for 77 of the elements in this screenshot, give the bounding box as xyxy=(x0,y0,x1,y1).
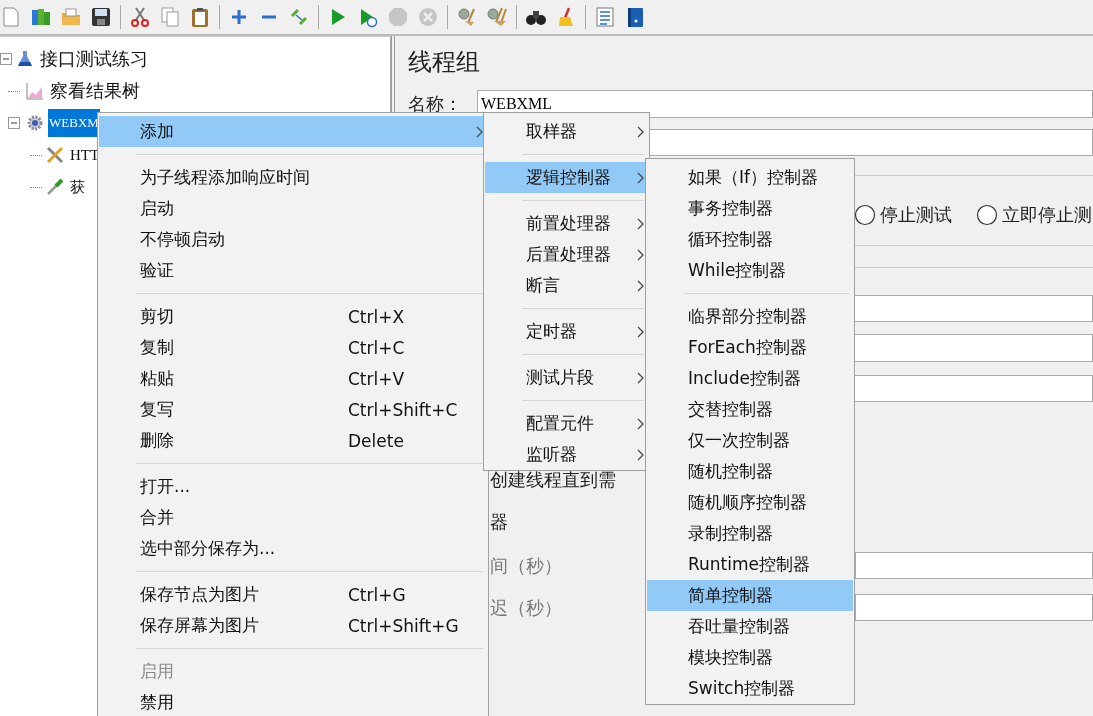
menu-item[interactable]: 剪切 Ctrl+X xyxy=(99,301,487,332)
tools-icon xyxy=(46,146,64,164)
brooms-icon[interactable] xyxy=(486,6,508,28)
menu-item[interactable]: 断言 xyxy=(485,270,648,301)
droppers-icon[interactable] xyxy=(288,6,310,28)
field-label: 迟（秒） xyxy=(490,596,562,620)
radio-button[interactable] xyxy=(854,204,876,226)
section-title: 器 xyxy=(490,511,508,534)
gear-icon xyxy=(26,114,44,132)
menu-item[interactable]: 随机顺序控制器 xyxy=(647,487,853,518)
menu-item[interactable]: 后置处理器 xyxy=(485,239,648,270)
scissors-icon[interactable] xyxy=(129,6,151,28)
tree-item[interactable]: 察看结果树 xyxy=(48,77,142,105)
menu-item[interactable]: 选中部分保存为... xyxy=(99,533,487,564)
menu-item[interactable]: 事务控制器 xyxy=(647,193,853,224)
tree-item[interactable]: WEBXM xyxy=(48,109,100,137)
menu-item[interactable]: 如果（If）控制器 xyxy=(647,162,853,193)
chart-icon xyxy=(26,82,44,100)
menu-item[interactable]: Runtime控制器 xyxy=(647,549,853,580)
tree-item[interactable]: 接口测试练习 xyxy=(38,45,150,73)
field-label: 间（秒） xyxy=(490,554,562,578)
menu-item[interactable]: 逻辑控制器 xyxy=(485,162,648,193)
menu-item[interactable]: 简单控制器 xyxy=(647,580,853,611)
menu-item[interactable]: While控制器 xyxy=(647,255,853,286)
menu-item[interactable]: 仅一次控制器 xyxy=(647,425,853,456)
tree-item[interactable]: HTT xyxy=(68,141,102,169)
menu-item[interactable]: 临界部分控制器 xyxy=(647,301,853,332)
menu-item[interactable]: 测试片段 xyxy=(485,362,648,393)
panel-title: 线程组 xyxy=(408,48,481,77)
menu-item[interactable]: Include控制器 xyxy=(647,363,853,394)
option-label: 创建线程直到需 xyxy=(490,469,616,492)
menu-item[interactable]: 吞吐量控制器 xyxy=(647,611,853,642)
menu-item[interactable]: ForEach控制器 xyxy=(647,332,853,363)
radio-button[interactable] xyxy=(976,204,998,226)
menu-item[interactable]: 交替控制器 xyxy=(647,394,853,425)
menu-item[interactable]: 循环控制器 xyxy=(647,224,853,255)
books-icon[interactable] xyxy=(30,6,52,28)
menu-item[interactable]: 启动 xyxy=(99,193,487,224)
menu-item[interactable]: 录制控制器 xyxy=(647,518,853,549)
field-label: 名称： xyxy=(408,93,463,116)
input-field[interactable] xyxy=(855,552,1093,579)
clipboard-icon[interactable] xyxy=(189,6,211,28)
menu-item[interactable]: 验证 xyxy=(99,255,487,286)
menu-item[interactable]: 配置元件 xyxy=(485,408,648,439)
menu-item[interactable]: 复写 Ctrl+Shift+C xyxy=(99,394,487,425)
menu-item[interactable]: 定时器 xyxy=(485,316,648,347)
radio-label: 停止测试 xyxy=(880,204,952,227)
copy-icon[interactable] xyxy=(159,6,181,28)
menu-item[interactable]: 粘贴 Ctrl+V xyxy=(99,363,487,394)
save-icon[interactable] xyxy=(90,6,112,28)
input-field[interactable] xyxy=(855,594,1093,621)
broom-icon[interactable] xyxy=(456,6,478,28)
collapse-icon[interactable] xyxy=(8,117,20,129)
radio-label: 立即停止测 xyxy=(1002,204,1092,227)
dropper-icon xyxy=(46,178,64,196)
menu-item[interactable]: 不停顿启动 xyxy=(99,224,487,255)
page-icon[interactable] xyxy=(0,6,22,28)
menu-item[interactable]: 随机控制器 xyxy=(647,456,853,487)
menu-item[interactable]: 取样器 xyxy=(485,116,648,147)
menu-item[interactable]: 打开... xyxy=(99,471,487,502)
menu-item[interactable]: 模块控制器 xyxy=(647,642,853,673)
folder-icon[interactable] xyxy=(60,6,82,28)
menu-item[interactable]: Switch控制器 xyxy=(647,673,853,704)
list-icon[interactable] xyxy=(594,6,616,28)
menu-item[interactable]: 监听器 xyxy=(485,439,648,470)
collapse-icon[interactable] xyxy=(0,53,12,65)
menu-item[interactable]: 保存屏幕为图片 Ctrl+Shift+G xyxy=(99,610,487,641)
tree-item[interactable]: 获 xyxy=(68,173,87,201)
menu-item[interactable]: 删除 Delete xyxy=(99,425,487,456)
menu-item[interactable]: 前置处理器 xyxy=(485,208,648,239)
menu-item[interactable]: 禁用 xyxy=(99,687,487,716)
menu-item[interactable]: 复制 Ctrl+C xyxy=(99,332,487,363)
menu-item[interactable]: 保存节点为图片 Ctrl+G xyxy=(99,579,487,610)
flask-icon xyxy=(16,50,34,68)
menu-item[interactable]: 为子线程添加响应时间 xyxy=(99,162,487,193)
menu-item[interactable]: 合并 xyxy=(99,502,487,533)
name-field[interactable]: WEBXML xyxy=(477,90,1093,118)
